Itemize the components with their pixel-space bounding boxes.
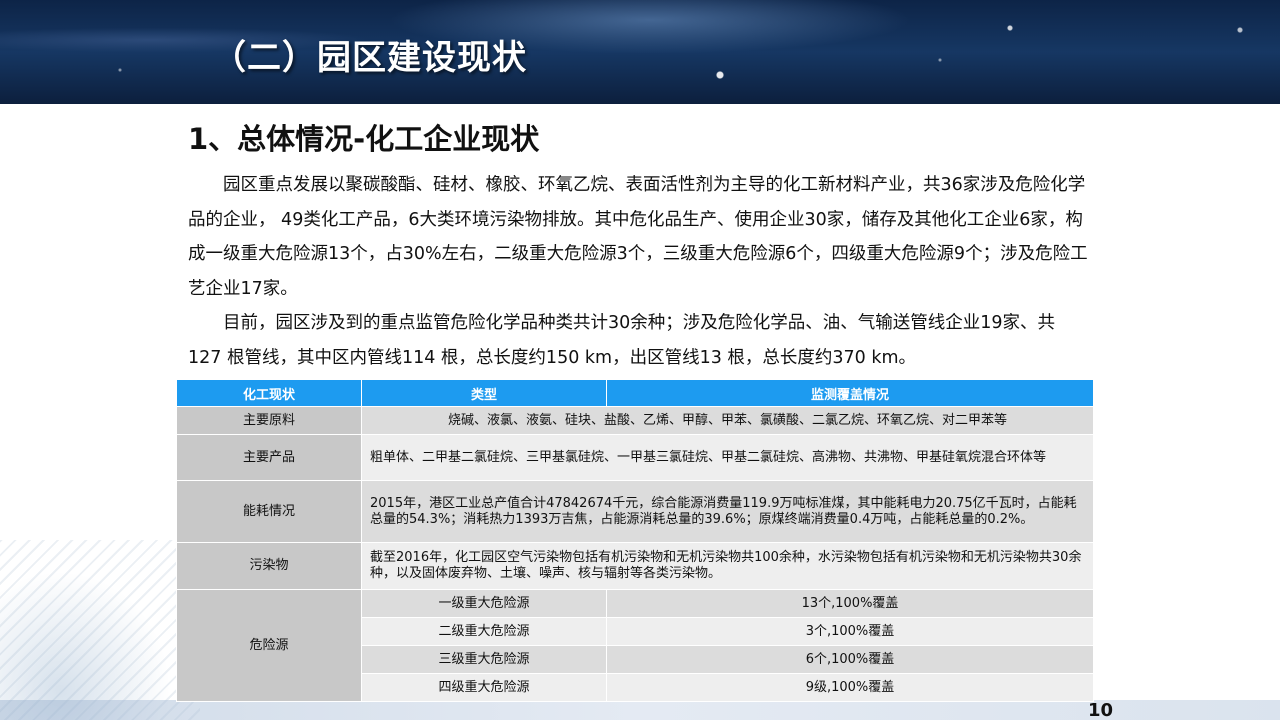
table-row: 能耗情况 2015年，港区工业总产值合计47842674千元，综合能源消费量11…: [176, 480, 1094, 543]
table-row: 主要产品 粗单体、二甲基二氯硅烷、三甲基氯硅烷、一甲基三氯硅烷、甲基二氯硅烷、高…: [176, 434, 1094, 481]
hazard-type: 一级重大危险源: [361, 589, 607, 618]
row-content: 烧碱、液氯、液氨、硅块、盐酸、乙烯、甲醇、甲苯、氯磺酸、二氯乙烷、环氧乙烷、对二…: [361, 406, 1094, 435]
row-category: 主要产品: [176, 434, 362, 481]
page-number: 10: [1088, 700, 1114, 721]
table-row: 污染物 截至2016年，化工园区空气污染物包括有机污染物和无机污染物共100余种…: [176, 542, 1094, 590]
page-heading: 1、总体情况-化工企业现状: [188, 122, 540, 156]
row-content: 截至2016年，化工园区空气污染物包括有机污染物和无机污染物共100余种，水污染…: [361, 542, 1094, 590]
hazard-type: 四级重大危险源: [361, 673, 607, 702]
row-content: 粗单体、二甲基二氯硅烷、三甲基氯硅烷、一甲基三氯硅烷、甲基二氯硅烷、高沸物、共沸…: [361, 434, 1094, 481]
row-category: 能耗情况: [176, 480, 362, 543]
satellite-dish-decoration: [0, 540, 200, 720]
hazard-type: 二级重大危险源: [361, 617, 607, 646]
hazard-category: 危险源: [176, 589, 362, 702]
header-status: 化工现状: [176, 379, 362, 407]
hazard-coverage: 9级,100%覆盖: [606, 673, 1094, 702]
chemical-status-table: 化工现状 类型 监测覆盖情况 主要原料 烧碱、液氯、液氨、硅块、盐酸、乙烯、甲醇…: [176, 379, 1094, 702]
header-coverage: 监测覆盖情况: [606, 379, 1094, 407]
section-title: （二）园区建设现状: [212, 38, 527, 78]
table-row: 主要原料 烧碱、液氯、液氨、硅块、盐酸、乙烯、甲醇、甲苯、氯磺酸、二氯乙烷、环氧…: [176, 406, 1094, 435]
row-category: 主要原料: [176, 406, 362, 435]
overview-paragraph: 园区重点发展以聚碳酸酯、硅材、橡胶、环氧乙烷、表面活性剂为主导的化工新材料产业，…: [188, 175, 1088, 299]
hazard-coverage: 13个,100%覆盖: [606, 589, 1094, 618]
hazard-coverage: 3个,100%覆盖: [606, 617, 1094, 646]
header-banner: （二）园区建设现状: [0, 0, 1280, 104]
header-type: 类型: [361, 379, 607, 407]
hazard-row: 危险源 一级重大危险源 13个,100%覆盖: [176, 589, 1094, 702]
row-content: 2015年，港区工业总产值合计47842674千元，综合能源消费量119.9万吨…: [361, 480, 1094, 543]
row-category: 污染物: [176, 542, 362, 590]
table-header-row: 化工现状 类型 监测覆盖情况: [176, 379, 1094, 407]
hazard-type: 三级重大危险源: [361, 645, 607, 674]
pipeline-paragraph: 目前，园区涉及到的重点监管危险化学品种类共计30余种；涉及危险化学品、油、气输送…: [188, 313, 1056, 368]
hazard-coverage: 6个,100%覆盖: [606, 645, 1094, 674]
